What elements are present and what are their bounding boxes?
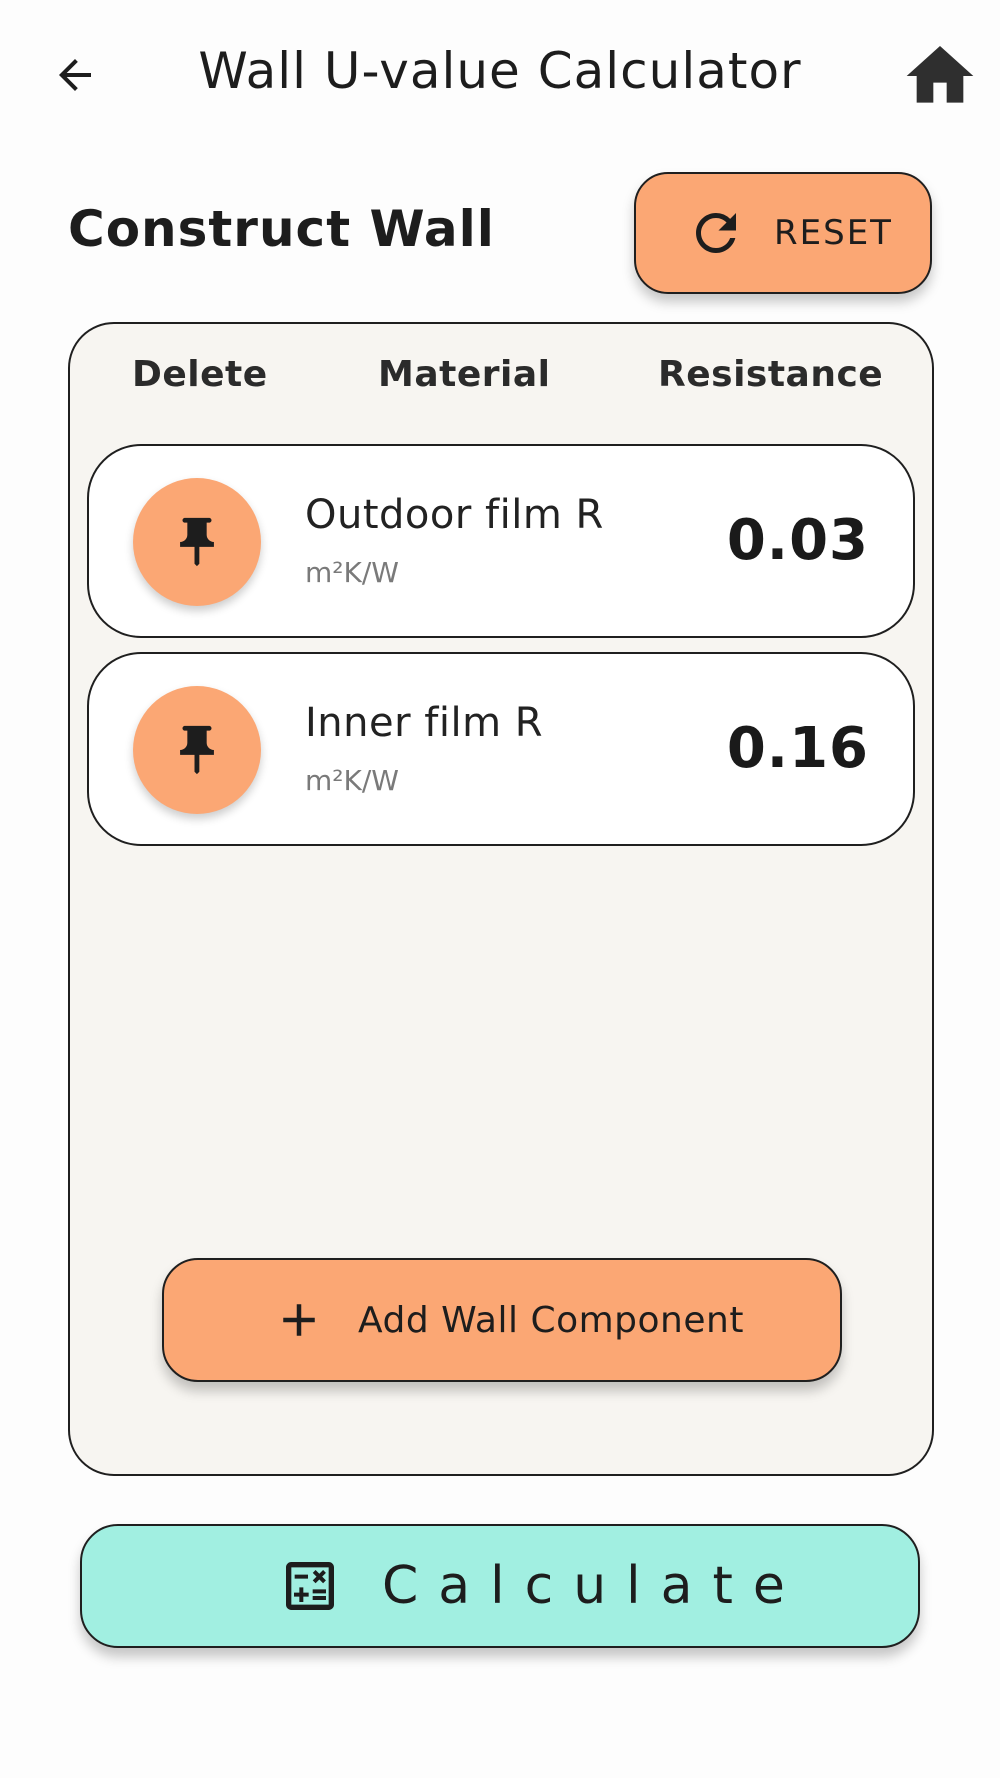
column-header-delete: Delete [132,354,268,395]
reset-button-label: RESET [774,213,893,253]
calculate-button[interactable]: Calculate [80,1524,920,1648]
plus-icon [272,1293,326,1347]
add-wall-component-label: Add Wall Component [358,1299,744,1341]
material-unit: m²K/W [305,556,399,589]
home-button[interactable] [900,38,980,113]
add-wall-component-button[interactable]: Add Wall Component [162,1258,842,1382]
pin-button[interactable] [133,478,261,606]
pin-icon [180,517,214,567]
reset-button[interactable]: RESET [634,172,932,294]
resistance-value: 0.16 [726,716,869,781]
material-row: Outdoor film R m²K/W 0.03 [87,444,915,638]
column-header-material: Material [378,354,551,395]
app-bar: Wall U-value Calculator [0,0,1000,150]
refresh-icon [686,203,746,263]
calculate-label: Calculate [382,1556,805,1616]
pin-icon [180,725,214,775]
pin-button[interactable] [133,686,261,814]
wall-construction-card: Delete Material Resistance Outdoor film … [68,322,934,1476]
material-unit: m²K/W [305,764,399,797]
material-name: Inner film R [305,700,544,746]
calculator-icon [278,1554,342,1618]
material-row: Inner film R m²K/W 0.16 [87,652,915,846]
column-header-resistance: Resistance [658,354,884,395]
page-title: Wall U-value Calculator [198,42,802,100]
section-title: Construct Wall [68,200,495,258]
resistance-value: 0.03 [726,508,869,573]
home-icon [906,45,974,103]
material-name: Outdoor film R [305,492,604,538]
